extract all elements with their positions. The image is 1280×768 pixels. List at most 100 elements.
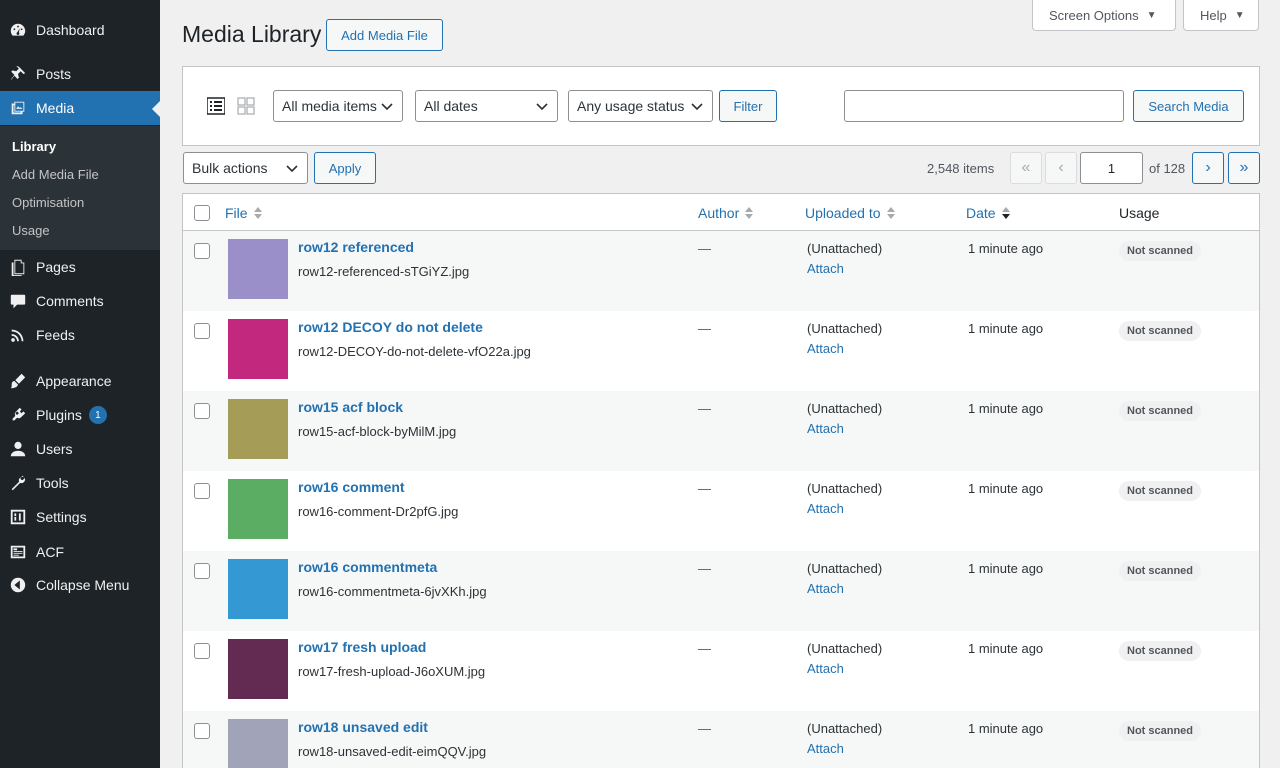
next-page-button[interactable]: › (1192, 152, 1224, 184)
attach-link[interactable]: Attach (807, 421, 844, 436)
usage-badge: Not scanned (1119, 721, 1202, 741)
select-all-checkbox[interactable] (194, 205, 210, 221)
uploaded-to-value: (Unattached) (807, 641, 883, 656)
search-input[interactable] (844, 90, 1124, 122)
sidebar-item-acf[interactable]: ACF (0, 535, 160, 569)
row-checkbox[interactable] (194, 563, 210, 579)
list-view-icon[interactable] (206, 97, 226, 118)
thumbnail[interactable] (228, 479, 288, 539)
dashboard-icon (0, 21, 36, 39)
media-title-link[interactable]: row16 comment (298, 479, 405, 495)
search-media-button[interactable]: Search Media (1133, 90, 1244, 122)
media-type-select[interactable]: All media items (273, 90, 403, 122)
sidebar-item-dashboard[interactable]: Dashboard (0, 13, 160, 47)
current-page-input[interactable]: 1 (1080, 152, 1143, 184)
sidebar-item-appearance[interactable]: Appearance (0, 364, 160, 398)
media-title-link[interactable]: row12 DECOY do not delete (298, 319, 483, 335)
thumbnail[interactable] (228, 319, 288, 379)
sidebar-item-label: Comments (36, 293, 104, 309)
grid-view-icon[interactable] (237, 97, 255, 118)
collapse-menu-button[interactable]: Collapse Menu (0, 568, 160, 602)
column-file[interactable]: File (225, 205, 262, 221)
column-usage: Usage (1119, 205, 1160, 221)
sidebar-item-posts[interactable]: Posts (0, 57, 160, 91)
sidebar-item-label: Appearance (36, 373, 112, 389)
thumbnail[interactable] (228, 719, 288, 768)
usage-badge: Not scanned (1119, 561, 1202, 581)
column-uploaded-to[interactable]: Uploaded to (805, 205, 895, 221)
usage-badge: Not scanned (1119, 481, 1202, 501)
file-name: row12-DECOY-do-not-delete-vfO22a.jpg (298, 344, 531, 359)
submenu-item-usage[interactable]: Usage (12, 223, 50, 238)
dates-select[interactable]: All dates (415, 90, 558, 122)
submenu-item-optimisation[interactable]: Optimisation (12, 195, 84, 210)
prev-page-button[interactable]: ‹ (1045, 152, 1077, 184)
row-checkbox[interactable] (194, 643, 210, 659)
sidebar-item-settings[interactable]: Settings (0, 500, 160, 534)
row-checkbox[interactable] (194, 723, 210, 739)
media-title-link[interactable]: row15 acf block (298, 399, 403, 415)
table-row: row17 fresh upload row17-fresh-upload-J6o… (183, 631, 1259, 711)
sidebar-item-label: ACF (36, 544, 64, 560)
sidebar-item-label: Posts (36, 66, 72, 82)
column-date-label: Date (966, 205, 996, 221)
thumbnail[interactable] (228, 239, 288, 299)
sidebar-item-feeds[interactable]: Feeds (0, 318, 160, 352)
column-author[interactable]: Author (698, 205, 754, 221)
chevron-down-icon (286, 165, 298, 173)
thumbnail[interactable] (228, 399, 288, 459)
item-count: 2,548 items (927, 161, 995, 176)
column-date[interactable]: Date (966, 205, 1010, 221)
bulk-actions-select[interactable]: Bulk actions (183, 152, 308, 184)
media-title-link[interactable]: row18 unsaved edit (298, 719, 428, 735)
column-file-label: File (225, 205, 248, 221)
apply-button[interactable]: Apply (314, 152, 376, 184)
submenu-item-library[interactable]: Library (12, 139, 56, 154)
rss-icon (0, 326, 36, 344)
attach-link[interactable]: Attach (807, 501, 844, 516)
row-checkbox[interactable] (194, 403, 210, 419)
media-title-link[interactable]: row16 commentmeta (298, 559, 437, 575)
file-name: row15-acf-block-byMilM.jpg (298, 424, 457, 439)
first-page-button[interactable]: « (1010, 152, 1042, 184)
media-title-link[interactable]: row17 fresh upload (298, 639, 426, 655)
sidebar-item-label: Media (36, 100, 75, 116)
last-page-button[interactable]: » (1228, 152, 1260, 184)
row-checkbox[interactable] (194, 243, 210, 259)
usage-status-select[interactable]: Any usage status (568, 90, 713, 122)
attach-link[interactable]: Attach (807, 741, 844, 756)
thumbnail[interactable] (228, 639, 288, 699)
uploaded-to-value: (Unattached) (807, 561, 883, 576)
filter-button[interactable]: Filter (719, 90, 777, 122)
attach-link[interactable]: Attach (807, 261, 844, 276)
screen-options-tab[interactable]: Screen Options ▼ (1032, 0, 1176, 31)
row-checkbox[interactable] (194, 483, 210, 499)
media-title-link[interactable]: row12 referenced (298, 239, 414, 255)
date-value: 1 minute ago (968, 241, 1044, 256)
attach-link[interactable]: Attach (807, 341, 844, 356)
sidebar-item-media[interactable]: Media (0, 91, 160, 125)
sidebar-item-users[interactable]: Users (0, 432, 160, 466)
table-row: row12 DECOY do not delete row12-DECOY-do-… (183, 311, 1259, 391)
chevron-down-icon (691, 103, 703, 111)
add-media-file-button[interactable]: Add Media File (326, 19, 443, 51)
file-name: row12-referenced-sTGiYZ.jpg (298, 264, 470, 279)
settings-icon (0, 508, 36, 526)
sidebar-item-label: Feeds (36, 327, 75, 343)
plug-icon (0, 406, 36, 424)
sidebar-item-label: Pages (36, 259, 76, 275)
sidebar-item-tools[interactable]: Tools (0, 466, 160, 500)
submenu-item-add-media-file[interactable]: Add Media File (12, 167, 99, 182)
thumbnail[interactable] (228, 559, 288, 619)
sidebar-item-plugins[interactable]: Plugins 1 (0, 398, 160, 432)
attach-link[interactable]: Attach (807, 661, 844, 676)
row-checkbox[interactable] (194, 323, 210, 339)
table-row: row18 unsaved edit row18-unsaved-edit-eim… (183, 711, 1259, 768)
help-tab[interactable]: Help ▼ (1183, 0, 1259, 31)
attach-link[interactable]: Attach (807, 581, 844, 596)
uploaded-to-value: (Unattached) (807, 721, 883, 736)
sidebar-item-comments[interactable]: Comments (0, 284, 160, 318)
sidebar-item-pages[interactable]: Pages (0, 250, 160, 284)
author-value: — (698, 641, 711, 656)
uploaded-to-value: (Unattached) (807, 241, 883, 256)
